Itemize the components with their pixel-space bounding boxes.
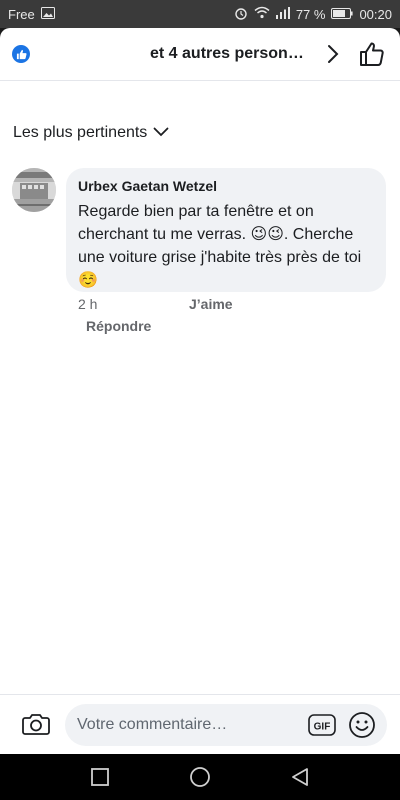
comment-input[interactable] [77, 704, 297, 746]
alarm-icon [234, 6, 248, 23]
gif-icon[interactable]: GIF [308, 713, 336, 737]
clock: 00:20 [359, 6, 392, 22]
comment-text: Regarde bien par ta fenêtre et on cherch… [78, 203, 362, 289]
status-bar: Free 77 % 00:20 [0, 0, 400, 28]
reply-button[interactable]: Répondre [86, 318, 151, 334]
comment-author[interactable]: Urbex Gaetan Wetzel [78, 178, 374, 194]
comments-sheet: et 4 autres person… Les plus pertinents [0, 28, 400, 754]
reactions-summary-title[interactable]: et 4 autres person… [150, 28, 310, 80]
system-nav-bar [0, 754, 400, 800]
emoji-icon[interactable] [348, 711, 376, 739]
comment-timestamp: 2 h [78, 296, 98, 312]
back-icon[interactable] [288, 765, 312, 789]
like-reaction-icon[interactable] [12, 45, 30, 63]
thumbs-up-icon[interactable] [358, 40, 386, 68]
comment-input-container: GIF [65, 704, 387, 746]
gif-label: GIF [314, 722, 331, 733]
like-button[interactable]: J’aime [189, 296, 233, 312]
chevron-down-icon [153, 124, 169, 142]
signal-icon [275, 6, 290, 22]
header-divider [0, 80, 400, 81]
battery-icon [331, 7, 354, 22]
sort-label: Les plus pertinents [13, 124, 148, 141]
battery-percent: 77 % [295, 6, 326, 22]
comment-bubble[interactable]: Urbex Gaetan Wetzel Regarde bien par ta … [66, 168, 386, 292]
recent-apps-icon[interactable] [88, 765, 112, 789]
sheet-header: et 4 autres person… [0, 28, 400, 80]
image-icon [40, 6, 55, 22]
sort-dropdown[interactable]: Les plus pertinents [13, 124, 169, 142]
carrier-label: Free [8, 6, 35, 22]
camera-icon[interactable] [22, 712, 50, 736]
wifi-icon [254, 6, 270, 22]
comment-actions: 2 h J’aime Répondre [78, 296, 378, 340]
home-icon[interactable] [188, 765, 212, 789]
avatar[interactable] [12, 168, 56, 212]
comment-composer: GIF [0, 694, 400, 754]
chevron-right-icon[interactable] [322, 42, 344, 66]
